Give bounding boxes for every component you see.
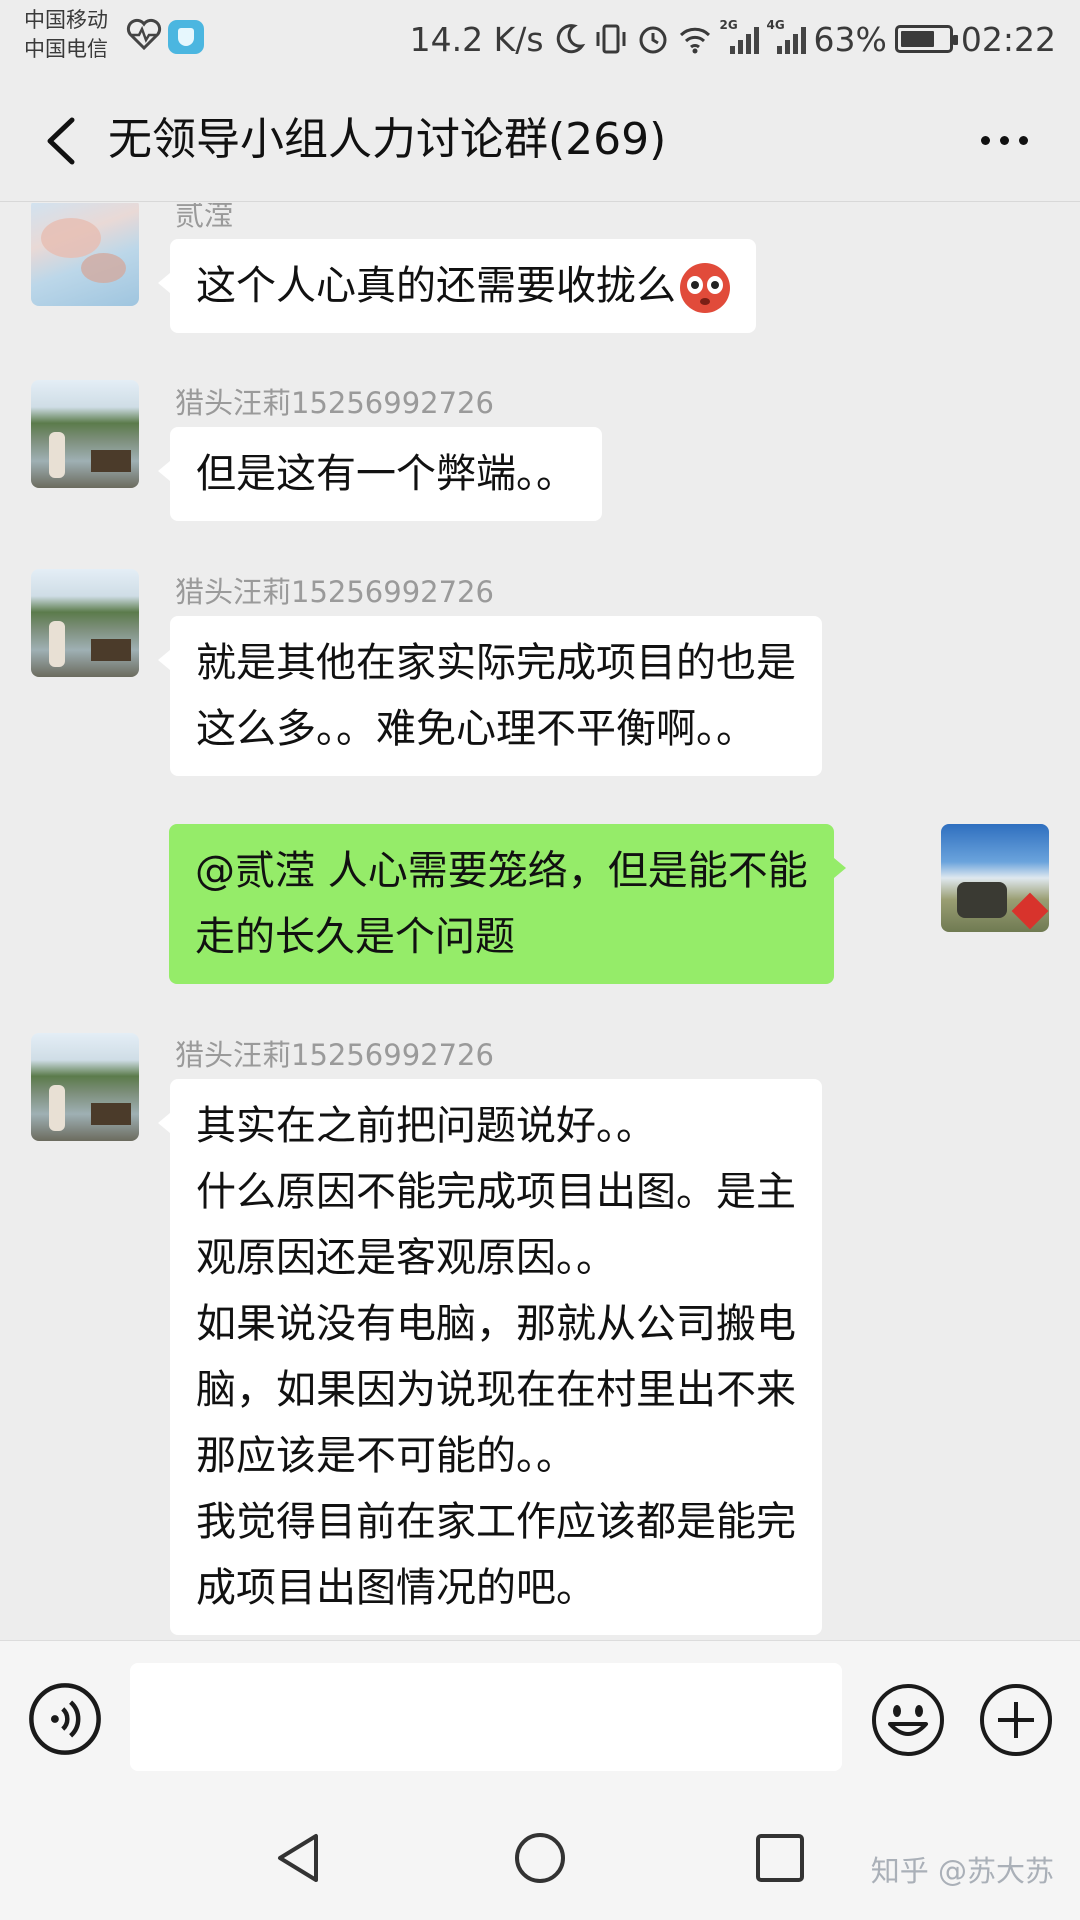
carrier-1: 中国移动: [24, 8, 108, 32]
system-nav-bar: 知乎 @苏大苏: [0, 1800, 1080, 1920]
carrier-info: 中国移动 中国电信: [24, 6, 108, 64]
message-text-line: 这么多。。难免心理不平衡啊。。: [196, 706, 756, 752]
status-bar: 中国移动 中国电信 14.2 K/s 2G 4G 63% 02:22: [0, 0, 1080, 80]
status-indicators: 14.2 K/s 2G 4G 63% 02:22: [410, 14, 1056, 64]
message-bubble[interactable]: 但是这有一个弊端。。: [158, 427, 602, 521]
message-text-line: 我觉得目前在家工作应该都是能完: [196, 1499, 796, 1545]
message-text-line: 那应该是不可能的。。: [196, 1433, 576, 1479]
signal-2g-icon: 2G: [720, 18, 759, 54]
alarm-icon: [639, 26, 667, 54]
message-bubble-outgoing[interactable]: @贰滢 人心需要笼络，但是能不能 走的长久是个问题: [169, 824, 846, 984]
message-input[interactable]: [130, 1663, 842, 1771]
carrier-2: 中国电信: [24, 37, 108, 61]
self-avatar[interactable]: [941, 824, 1049, 932]
message-bubble[interactable]: 其实在之前把问题说好。。 什么原因不能完成项目出图。是主 观原因还是客观原因。。…: [158, 1079, 822, 1635]
emoji-icon[interactable]: [870, 1682, 946, 1758]
health-heart-icon: [126, 18, 162, 50]
sender-avatar[interactable]: [31, 569, 139, 677]
message-text-line: @贰滢 人心需要笼络，但是能不能: [195, 848, 808, 894]
clock: 02:22: [960, 19, 1056, 59]
back-arrow-icon[interactable]: [32, 106, 102, 176]
message-text-line: 其实在之前把问题说好。。: [196, 1103, 656, 1149]
vibrate-icon: [596, 24, 626, 54]
chat-title: 无领导小组人力讨论群(269): [108, 114, 667, 165]
sender-avatar[interactable]: [31, 380, 139, 488]
message-text-line: 如果说没有电脑，那就从公司搬电: [196, 1301, 796, 1347]
nav-home-icon[interactable]: [510, 1828, 570, 1888]
sender-name: 猎头汪莉15256992726: [175, 1038, 494, 1072]
moon-icon: [556, 24, 585, 54]
sender-avatar[interactable]: [31, 203, 139, 306]
message-text: 这个人心真的还需要收拢么: [196, 263, 676, 309]
message-text-line: 什么原因不能完成项目出图。是主: [196, 1169, 796, 1215]
battery-icon: [894, 25, 958, 53]
voice-input-icon[interactable]: [28, 1682, 102, 1756]
sender-name: 猎头汪莉15256992726: [175, 575, 494, 609]
net-speed: 14.2 K/s: [409, 19, 544, 59]
chat-header: 无领导小组人力讨论群(269): [0, 80, 1080, 202]
message-text-line: 脑，如果因为说现在在村里出不来: [196, 1367, 796, 1413]
more-options-icon[interactable]: [964, 110, 1044, 170]
battery-percent: 63%: [813, 19, 887, 59]
watermark: 知乎 @苏大苏: [870, 1854, 1054, 1888]
message-text-line: 走的长久是个问题: [195, 914, 515, 960]
signal-4g-icon: 4G: [767, 18, 806, 54]
sender-name: 猎头汪莉15256992726: [175, 386, 494, 420]
nav-recents-icon[interactable]: [752, 1830, 808, 1886]
message-bubble[interactable]: 这个人心真的还需要收拢么: [158, 239, 756, 333]
sender-name: 贰滢: [175, 203, 234, 232]
nav-back-icon[interactable]: [270, 1828, 330, 1888]
plus-icon[interactable]: [978, 1682, 1054, 1758]
message-text-line: 观原因还是客观原因。。: [196, 1235, 616, 1281]
flushed-face-emoji-icon: [680, 263, 730, 313]
message-bubble[interactable]: 就是其他在家实际完成项目的也是 这么多。。难免心理不平衡啊。。: [158, 616, 822, 776]
sender-avatar[interactable]: [31, 1033, 139, 1141]
chat-input-bar: [0, 1640, 1080, 1800]
message-text: 但是这有一个弊端。。: [196, 451, 576, 497]
wifi-icon: [679, 27, 710, 54]
message-text-line: 就是其他在家实际完成项目的也是: [196, 640, 796, 686]
message-list[interactable]: 贰滢 这个人心真的还需要收拢么 猎头汪莉15256992726 但是这有一个弊端…: [0, 203, 1080, 1640]
security-shield-icon: [168, 20, 204, 54]
message-text-line: 成项目出图情况的吧。: [196, 1565, 596, 1611]
